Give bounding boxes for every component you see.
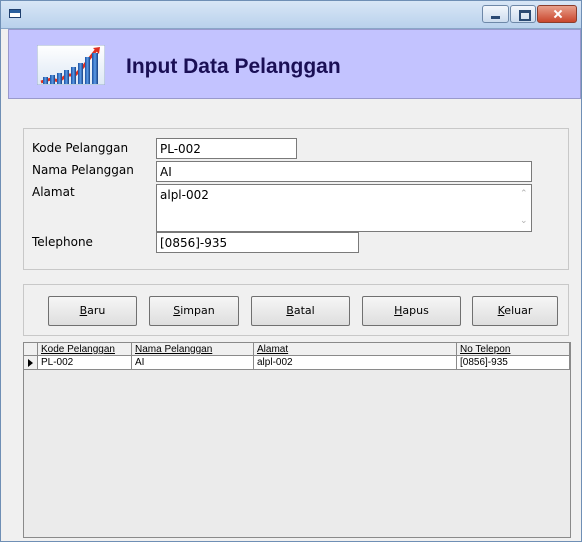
keluar-button[interactable]: Keluar — [472, 296, 558, 326]
alamat-field[interactable]: alpl-002 — [156, 184, 532, 232]
simpan-button[interactable]: Simpan — [149, 296, 239, 326]
close-button[interactable] — [537, 5, 577, 23]
grid-header-kode[interactable]: Kode Pelanggan — [38, 343, 132, 356]
title-bar[interactable] — [1, 1, 581, 29]
header-banner: Input Data Pelanggan — [8, 29, 581, 99]
alamat-label: Alamat — [32, 185, 75, 199]
page-title: Input Data Pelanggan — [126, 55, 341, 78]
row-selector-icon[interactable] — [24, 356, 38, 370]
maximize-button[interactable] — [510, 5, 536, 23]
cell-kode[interactable]: PL-002 — [38, 356, 132, 370]
minimize-button[interactable] — [482, 5, 509, 23]
baru-button[interactable]: Baru — [48, 296, 137, 326]
grid-corner — [24, 343, 38, 356]
batal-button[interactable]: Batal — [251, 296, 350, 326]
cell-nama[interactable]: AI — [132, 356, 254, 370]
grid-header-nama[interactable]: Nama Pelanggan — [132, 343, 254, 356]
scroll-down-icon[interactable]: ⌄ — [520, 216, 528, 226]
app-window: Input Data Pelanggan Kode Pelanggan PL-0… — [0, 0, 582, 542]
growth-chart-logo — [37, 45, 105, 85]
telephone-field[interactable]: [0856]-935 — [156, 232, 359, 253]
kode-label: Kode Pelanggan — [32, 141, 129, 155]
scroll-up-icon[interactable]: ⌃ — [520, 189, 528, 199]
grid-header-telepon[interactable]: No Telepon — [457, 343, 570, 356]
data-grid[interactable]: Kode Pelanggan Nama Pelanggan Alamat No … — [23, 342, 571, 538]
window-app-icon[interactable] — [9, 9, 21, 18]
hapus-button[interactable]: Hapus — [362, 296, 461, 326]
kode-field[interactable]: PL-002 — [156, 138, 297, 159]
cell-telepon[interactable]: [0856]-935 — [457, 356, 570, 370]
grid-header-alamat[interactable]: Alamat — [254, 343, 457, 356]
nama-field[interactable]: AI — [156, 161, 532, 182]
telephone-label: Telephone — [32, 235, 93, 249]
cell-alamat[interactable]: alpl-002 — [254, 356, 457, 370]
nama-label: Nama Pelanggan — [32, 163, 134, 177]
